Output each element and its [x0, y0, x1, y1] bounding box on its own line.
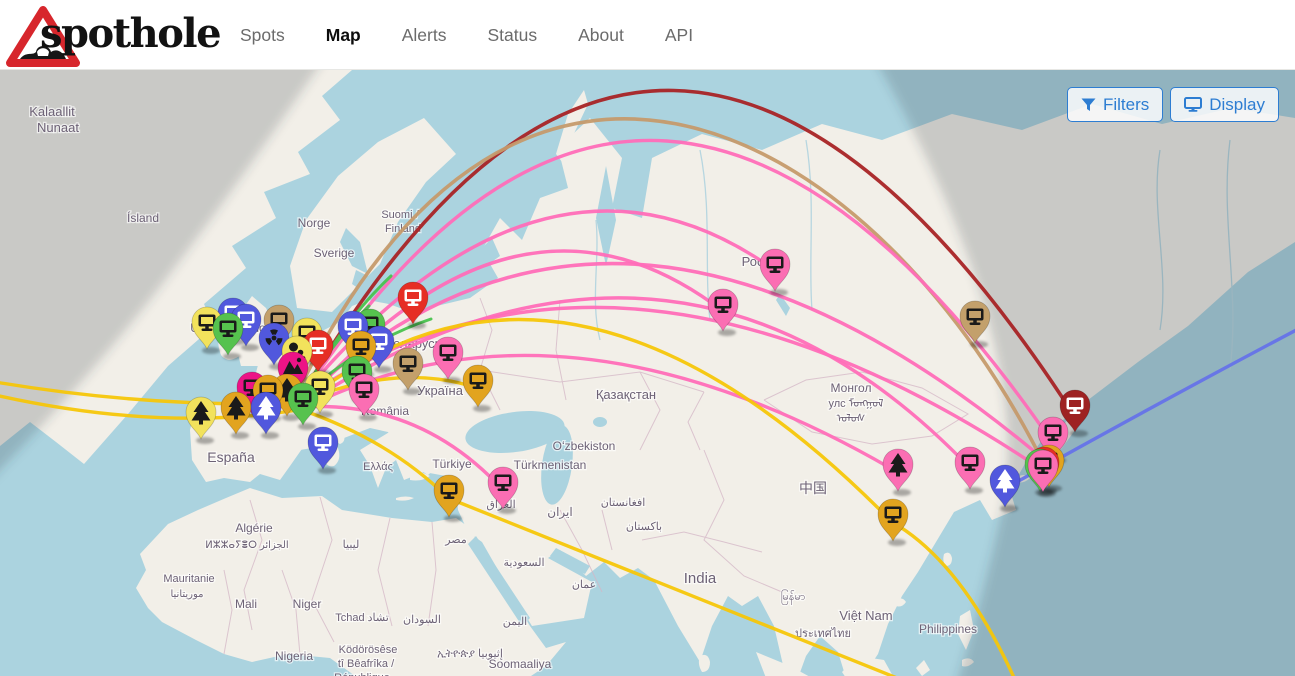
- map-label: ليبيا: [343, 539, 360, 551]
- map-label: افغانستان: [601, 497, 646, 509]
- map-label: Sverige: [314, 246, 355, 260]
- map-label: باكستان: [626, 521, 662, 533]
- map-label: ประเทศไทย: [795, 627, 851, 640]
- nav-item-about[interactable]: About: [578, 25, 624, 46]
- map-label: Oʻzbekiston: [553, 439, 616, 453]
- map-label: ᠤᠯᠤᠰ: [837, 413, 866, 425]
- map-label: Україна: [417, 383, 464, 398]
- map-label: مصر: [444, 534, 467, 546]
- filters-button[interactable]: Filters: [1067, 87, 1163, 122]
- map-label: Algérie: [235, 521, 273, 535]
- map-controls: Filters Display: [1067, 87, 1279, 122]
- map-label: España: [207, 449, 255, 465]
- map-label: Türkmenistan: [514, 458, 587, 472]
- main-nav: Spots Map Alerts Status About API: [240, 0, 693, 70]
- nav-item-spots[interactable]: Spots: [240, 25, 285, 46]
- display-button[interactable]: Display: [1170, 87, 1279, 122]
- map-label: Philippines: [919, 622, 977, 636]
- map-label: Монгол: [831, 381, 872, 395]
- map-label: السعودية: [503, 557, 544, 569]
- map-label: Mali: [235, 597, 257, 611]
- map-label: موريتانيا: [170, 589, 203, 600]
- world-map: KalaallitNunaatÍslandNorgeSuomi /Finland…: [0, 70, 1295, 676]
- map-label: Türkiye: [432, 457, 472, 471]
- map-label: Soomaaliya: [489, 657, 552, 671]
- nav-item-map[interactable]: Map: [326, 25, 361, 46]
- map-label: မြန်မာ: [781, 589, 806, 605]
- map-label: Niger: [293, 597, 322, 611]
- map-label: Tchad تشاد: [335, 612, 389, 624]
- filter-icon: [1081, 98, 1096, 112]
- map-label: Ελλάς: [363, 461, 393, 473]
- map-label: Nunaat: [37, 120, 79, 135]
- map-label: ⵍⵣⵣⴰⵢⴻⵔ الجزائر: [205, 540, 288, 551]
- map-label: 中国: [799, 480, 827, 496]
- map-label: Việt Nam: [839, 608, 892, 623]
- map-canvas[interactable]: KalaallitNunaatÍslandNorgeSuomi /Finland…: [0, 70, 1295, 676]
- display-button-label: Display: [1209, 95, 1265, 115]
- display-icon: [1184, 97, 1202, 112]
- map-label: India: [684, 570, 717, 587]
- map-label: اليمن: [503, 616, 527, 628]
- map-label: ايران: [547, 505, 572, 519]
- map-label: République: [334, 672, 390, 676]
- app-header: spothole Spots Map Alerts Status About API: [0, 0, 1295, 70]
- map-label: Ködörösêse: [339, 644, 398, 656]
- map-label: Kalaallit: [29, 104, 75, 119]
- logo[interactable]: spothole: [4, 2, 234, 68]
- map-label: Mauritanie: [163, 573, 214, 585]
- map-label: Қазақстан: [596, 387, 656, 402]
- map-label: عمان: [572, 579, 596, 591]
- nav-item-alerts[interactable]: Alerts: [402, 25, 447, 46]
- map-label: tî Bêafrîka /: [338, 658, 395, 670]
- map-label: السودان: [403, 614, 441, 626]
- nav-item-api[interactable]: API: [665, 25, 693, 46]
- map-label: Ísland: [127, 210, 159, 225]
- map-label: Nigeria: [275, 649, 313, 663]
- filters-button-label: Filters: [1103, 95, 1149, 115]
- logo-text: spothole: [40, 10, 220, 57]
- map-label: улс ᠮᠣᠩᠭᠣᠯ: [828, 397, 883, 410]
- nav-item-status[interactable]: Status: [487, 25, 537, 46]
- map-label: Norge: [298, 216, 331, 230]
